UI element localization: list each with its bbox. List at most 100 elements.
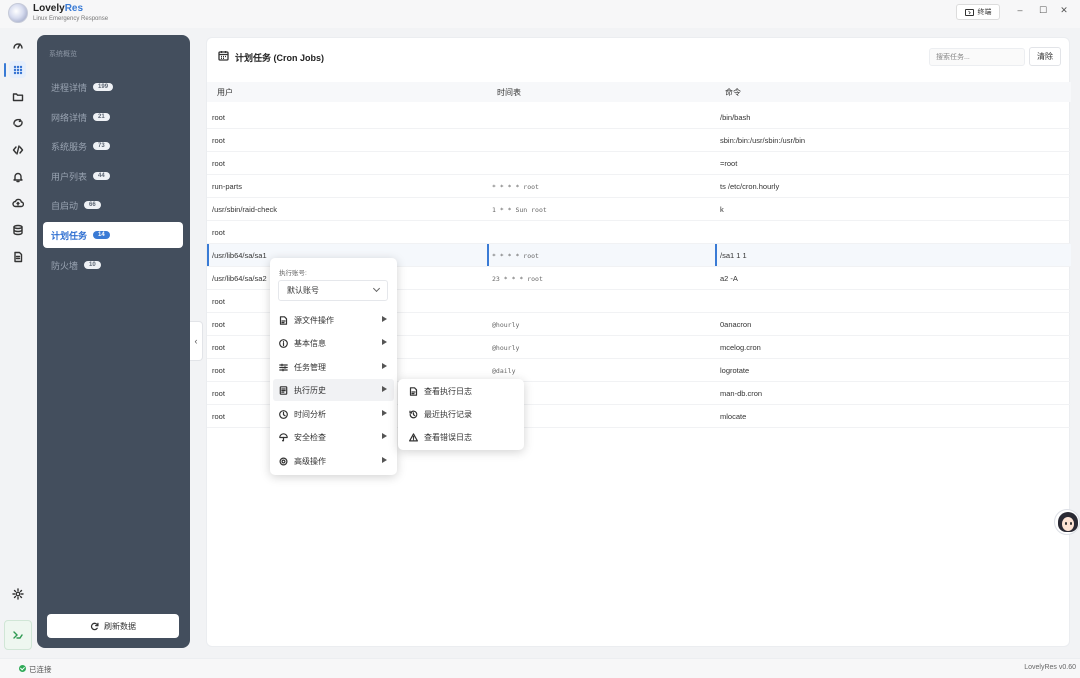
table-header: 用户 时间表 命令 bbox=[207, 82, 1071, 102]
sidebar-item-users[interactable]: 用户列表 44 bbox=[43, 163, 183, 189]
cell-user: run-parts bbox=[212, 182, 243, 191]
history-icon bbox=[279, 385, 288, 395]
refresh-button[interactable]: 刷新数据 bbox=[47, 614, 179, 638]
grid-icon[interactable] bbox=[9, 61, 26, 78]
cell-schedule: * * * * root bbox=[492, 252, 539, 260]
cell-user: root bbox=[212, 412, 225, 421]
file-icon bbox=[279, 315, 288, 325]
table-row[interactable]: /usr/sbin/raid-check 1 * * Sun root k bbox=[207, 198, 1071, 221]
cell-command: =root bbox=[720, 159, 738, 168]
cell-command: 0anacron bbox=[720, 320, 752, 329]
status-bar: 已连接 LovelyRes v0.60 bbox=[0, 658, 1080, 678]
version-label: LovelyRes v0.60 bbox=[1024, 664, 1076, 671]
cell-user: root bbox=[212, 320, 225, 329]
cloud-icon[interactable] bbox=[9, 194, 26, 211]
submenu: 查看执行日志 最近执行记录 查看错误日志 bbox=[398, 379, 524, 450]
chevron-down-icon bbox=[372, 284, 381, 293]
sidebar-item-cron[interactable]: 计划任务 14 bbox=[43, 222, 183, 248]
count-badge: 44 bbox=[93, 172, 110, 180]
menu-item-advanced[interactable]: 高级操作 bbox=[273, 450, 394, 472]
menu-item-task-management[interactable]: 任务管理 bbox=[273, 356, 394, 378]
submenu-arrow-icon bbox=[382, 363, 387, 369]
submenu-arrow-icon bbox=[382, 316, 387, 322]
connection-button[interactable] bbox=[4, 620, 32, 650]
count-badge: 66 bbox=[84, 201, 101, 209]
selection-marker bbox=[487, 244, 489, 266]
dashboard-icon[interactable] bbox=[9, 36, 26, 53]
table-row[interactable]: run-parts * * * * root ts /etc/cron.hour… bbox=[207, 175, 1071, 198]
sidebar-item-services[interactable]: 系统服务 73 bbox=[43, 133, 183, 159]
rail-active-indicator bbox=[4, 63, 6, 77]
menu-item-basic-info[interactable]: 基本信息 bbox=[273, 332, 394, 354]
search-input[interactable] bbox=[929, 48, 1025, 66]
document-icon[interactable] bbox=[9, 248, 26, 265]
close-button[interactable]: ✕ bbox=[1058, 5, 1070, 16]
recent-icon bbox=[409, 410, 418, 418]
table-row[interactable]: root sbin:/bin:/usr/sbin:/usr/bin bbox=[207, 129, 1071, 152]
column-header-schedule[interactable]: 时间表 bbox=[497, 87, 521, 98]
cell-command: sbin:/bin:/usr/sbin:/usr/bin bbox=[720, 136, 806, 145]
cell-schedule: 23 * * * root bbox=[492, 275, 543, 283]
cell-user: root bbox=[212, 136, 225, 145]
clear-button[interactable]: 清除 bbox=[1029, 47, 1061, 66]
column-header-command[interactable]: 命令 bbox=[725, 87, 741, 98]
submenu-arrow-icon bbox=[382, 410, 387, 416]
settings-icon[interactable] bbox=[9, 585, 26, 602]
cell-schedule: @daily bbox=[492, 367, 516, 375]
maximize-button[interactable]: ☐ bbox=[1037, 5, 1049, 16]
clock-icon bbox=[279, 409, 288, 419]
network-icon[interactable] bbox=[9, 114, 26, 131]
account-select[interactable]: 默认账号 bbox=[278, 280, 388, 301]
cell-user: root bbox=[212, 366, 225, 375]
database-icon[interactable] bbox=[9, 221, 26, 238]
folder-icon[interactable] bbox=[9, 88, 26, 105]
column-header-user[interactable]: 用户 bbox=[217, 87, 233, 98]
submenu-arrow-icon bbox=[382, 433, 387, 439]
gear-icon bbox=[279, 456, 288, 466]
menu-item-execution-history[interactable]: 执行历史 bbox=[273, 379, 394, 401]
cell-command: mcelog.cron bbox=[720, 343, 761, 352]
submenu-item-view-error-log[interactable]: 查看错误日志 bbox=[401, 426, 521, 448]
collapse-sidebar-button[interactable]: ‹ bbox=[190, 321, 203, 361]
terminal-button[interactable]: 终端 bbox=[956, 4, 1000, 20]
menu-item-time-analysis[interactable]: 时间分析 bbox=[273, 403, 394, 425]
sidebar: 系统概览 进程详情 199 网络详情 21 系统服务 73 用户列表 44 自启… bbox=[37, 35, 190, 648]
sidebar-item-firewall[interactable]: 防火墙 10 bbox=[43, 252, 183, 278]
cell-command: /sa1 1 1 bbox=[720, 251, 747, 260]
menu-item-security-check[interactable]: 安全检查 bbox=[273, 426, 394, 448]
umbrella-icon bbox=[279, 432, 288, 442]
minimize-button[interactable]: – bbox=[1014, 5, 1026, 15]
icon-rail bbox=[0, 28, 35, 658]
cell-command: k bbox=[720, 205, 724, 214]
table-row[interactable]: root bbox=[207, 221, 1071, 244]
selection-marker bbox=[207, 244, 209, 266]
submenu-arrow-icon bbox=[382, 386, 387, 392]
cell-user: /usr/lib64/sa/sa2 bbox=[212, 274, 267, 283]
cell-user: root bbox=[212, 343, 225, 352]
submenu-item-recent-records[interactable]: 最近执行记录 bbox=[401, 403, 521, 425]
warning-icon bbox=[409, 432, 418, 441]
table-row[interactable]: root =root bbox=[207, 152, 1071, 175]
cell-schedule: * * * * root bbox=[492, 183, 539, 191]
sidebar-item-network[interactable]: 网络详情 21 bbox=[43, 104, 183, 130]
cell-user: root bbox=[212, 113, 225, 122]
app-name: LovelyRes bbox=[33, 3, 84, 14]
cell-command: logrotate bbox=[720, 366, 750, 375]
connected-icon bbox=[19, 665, 26, 672]
context-menu: 执行账号: 默认账号 源文件操作 基本信息 任务管理 执行历史 时间分析 安全检… bbox=[270, 258, 397, 475]
app-subtitle: Linux Emergency Response bbox=[33, 16, 109, 22]
count-badge: 10 bbox=[84, 261, 101, 269]
terminal-label: 终端 bbox=[977, 9, 992, 16]
sidebar-item-processes[interactable]: 进程详情 199 bbox=[43, 74, 183, 100]
sidebar-item-autostart[interactable]: 自启动 66 bbox=[43, 192, 183, 218]
connection-icon bbox=[13, 631, 23, 639]
menu-item-source-file[interactable]: 源文件操作 bbox=[273, 309, 394, 331]
assistant-avatar[interactable] bbox=[1054, 509, 1080, 535]
log-icon bbox=[409, 386, 418, 396]
table-row[interactable]: root /bin/bash bbox=[207, 106, 1071, 129]
panel-header: 计划任务 (Cron Jobs) 清除 bbox=[207, 38, 1071, 74]
submenu-item-view-execution-log[interactable]: 查看执行日志 bbox=[401, 380, 521, 402]
code-icon[interactable] bbox=[9, 141, 26, 158]
selection-marker bbox=[715, 244, 717, 266]
bell-icon[interactable] bbox=[9, 168, 26, 185]
